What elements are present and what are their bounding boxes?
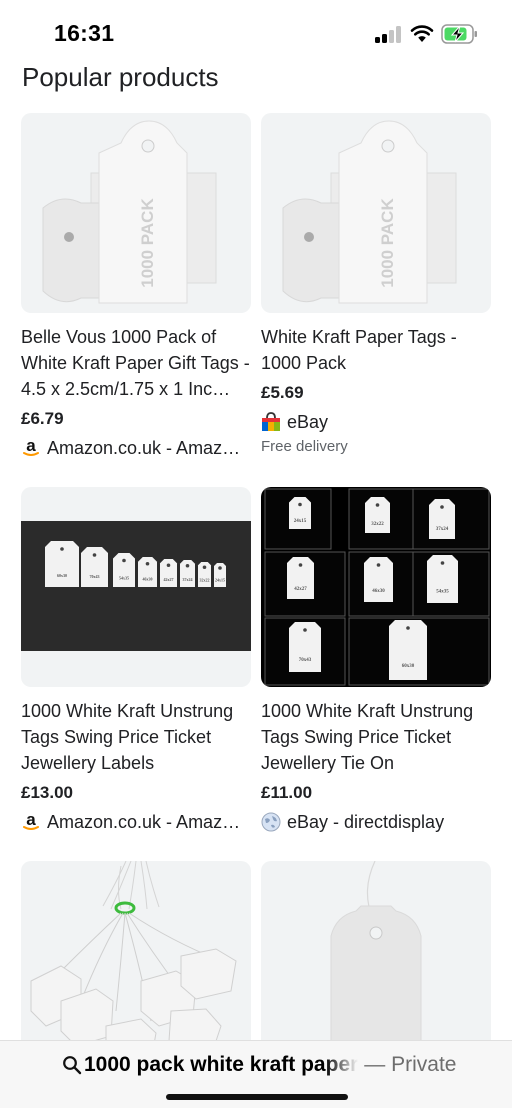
tag-size-label: 37x24 (183, 577, 193, 582)
wifi-icon (410, 25, 434, 42)
tag-shape: 60x30 (45, 541, 79, 587)
address-field[interactable]: 1000 pack white kraft paper — Private (62, 1053, 462, 1077)
ebay-bag-icon (262, 412, 280, 431)
tag-sizes-image: 60x30 70x43 54x35 46x30 42x27 37x24 32x22 24x15 (21, 521, 251, 651)
tag-size-label: 32x22 (371, 522, 384, 527)
product-image[interactable] (261, 861, 491, 1061)
search-icon (63, 1056, 82, 1075)
tag-shape: 32x22 (365, 497, 390, 533)
tag-shape: 54x35 (427, 555, 458, 603)
status-time: 16:31 (54, 20, 115, 46)
tag-shape: 70x43 (289, 622, 321, 672)
search-query: 1000 pack white kraft paper (84, 1053, 359, 1076)
tag-size-label: 42x27 (294, 587, 307, 592)
product-seller[interactable]: eBay - directdisplay (261, 810, 491, 834)
product-price: £5.69 (261, 383, 304, 402)
cellular-signal-icon (375, 26, 401, 43)
tag-shape: 24x15 (214, 563, 226, 587)
tag-size-label: 60x30 (57, 573, 67, 578)
product-title[interactable]: White Kraft Paper Tags - 1000 Pack (261, 324, 491, 376)
strung-tags-bundle-image (30, 861, 237, 1061)
product-card[interactable]: 1000 PACK White Kraft Paper Tags - 1000 … (261, 113, 491, 457)
home-indicator[interactable] (166, 1094, 348, 1100)
tag-size-label: 60x30 (402, 664, 415, 669)
product-price: £6.79 (21, 409, 64, 428)
tag-size-label: 70x43 (299, 658, 312, 663)
product-title[interactable]: 1000 White Kraft Unstrung Tags Swing Pri… (261, 698, 491, 776)
globe-icon (261, 812, 281, 832)
product-image[interactable]: 60x30 70x43 54x35 46x30 42x27 37x24 32x22 24x15 (21, 487, 251, 687)
tag-shape: 54x35 (113, 553, 135, 587)
product-card[interactable] (261, 861, 491, 1061)
tag-shape: 46x30 (138, 557, 157, 587)
tag-size-label: 37x24 (436, 527, 449, 532)
tag-size-label: 46x30 (143, 576, 153, 581)
product-price: £11.00 (261, 783, 313, 802)
product-seller[interactable]: eBay (261, 410, 491, 434)
seller-name: eBay (287, 412, 329, 432)
seller-name: eBay - directdisplay (287, 812, 445, 832)
tag-size-label: 42x27 (164, 577, 174, 582)
tag-shape: 37x24 (180, 560, 195, 587)
amazon-icon: a (23, 438, 39, 456)
seller-name: Amazon.co.uk - Amaz… (47, 438, 241, 458)
tag-shape: 32x22 (198, 562, 211, 587)
product-image[interactable] (21, 861, 251, 1061)
tag-pack-image: 1000 PACK (282, 120, 457, 304)
tag-size-label: 24x15 (294, 519, 307, 524)
product-title[interactable]: 1000 White Kraft Unstrung Tags Swing Pri… (21, 698, 251, 776)
tag-shape: 60x30 (389, 620, 427, 680)
product-image[interactable]: 1000 PACK (261, 113, 491, 313)
status-bar: 16:31 (0, 0, 512, 64)
tag-shape: 37x24 (429, 499, 455, 539)
single-tag-image (330, 861, 422, 1061)
svg-text:a: a (26, 812, 36, 829)
tag-shape: 42x27 (160, 559, 177, 587)
product-card[interactable]: 60x30 70x43 54x35 46x30 42x27 37x24 32x22 24x15… (21, 487, 251, 834)
page-title: Popular products (22, 62, 219, 92)
tag-pack-image: 1000 PACK (42, 120, 217, 304)
tag-size-label: 46x30 (372, 589, 385, 594)
product-seller[interactable]: a Amazon.co.uk - Amaz… (21, 436, 251, 460)
product-image[interactable]: 1000 PACK (21, 113, 251, 313)
svg-text:a: a (26, 438, 36, 455)
product-seller[interactable]: a Amazon.co.uk - Amaz… (21, 810, 251, 834)
product-card[interactable] (21, 861, 251, 1061)
tag-shape: 70x43 (81, 547, 108, 587)
tag-size-label: 70x43 (90, 574, 100, 579)
tag-size-label: 24x15 (215, 578, 225, 583)
product-card[interactable]: 24x15 32x22 37x24 42x27 46x30 54x35 70x43 60x30… (261, 487, 491, 834)
delivery-info: Free delivery (261, 438, 348, 455)
tag-size-label: 54x35 (119, 576, 129, 581)
private-mode-label: — Private (364, 1053, 457, 1076)
tag-shape: 46x30 (364, 557, 393, 602)
tag-grid-image: 24x15 32x22 37x24 42x27 46x30 54x35 70x43 60x30 (264, 488, 490, 686)
pack-label: 1000 PACK (378, 198, 397, 288)
tag-size-label: 54x35 (436, 589, 449, 594)
product-image[interactable]: 24x15 32x22 37x24 42x27 46x30 54x35 70x43 60x30 (261, 487, 491, 687)
product-title[interactable]: Belle Vous 1000 Pack of White Kraft Pape… (21, 324, 251, 402)
amazon-icon: a (23, 812, 39, 830)
battery-charging-icon (441, 24, 477, 44)
product-price: £13.00 (21, 783, 73, 802)
tag-size-label: 32x22 (200, 578, 210, 583)
tag-shape: 42x27 (287, 557, 314, 599)
product-card[interactable]: 1000 PACK Belle Vous 1000 Pack of White … (21, 113, 251, 460)
pack-label: 1000 PACK (138, 198, 157, 288)
tag-shape: 24x15 (289, 497, 311, 529)
seller-name: Amazon.co.uk - Amaz… (47, 812, 241, 832)
